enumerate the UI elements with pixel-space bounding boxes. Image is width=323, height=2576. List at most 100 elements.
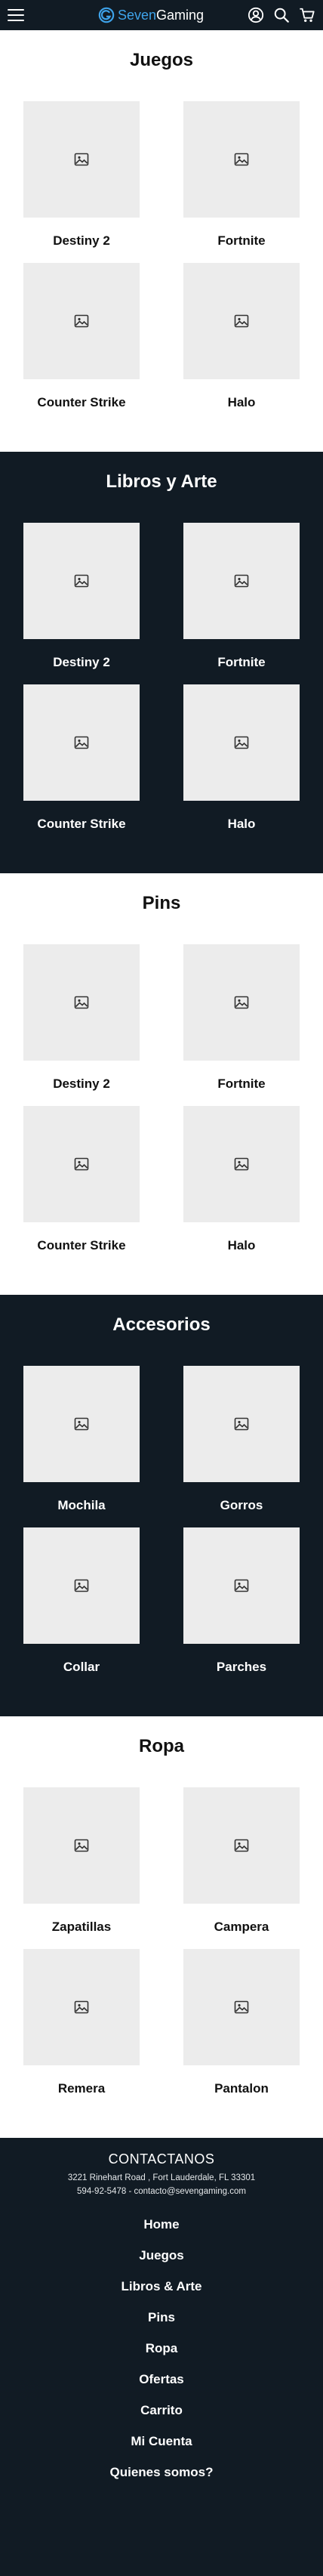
user-icon[interactable] <box>248 7 264 23</box>
logo-icon <box>98 7 115 23</box>
image-placeholder-icon <box>234 1157 249 1171</box>
product-image[interactable] <box>183 523 300 639</box>
image-placeholder-icon <box>234 574 249 588</box>
product-label[interactable]: Counter Strike <box>23 817 140 832</box>
product-label[interactable]: Remera <box>23 2081 140 2096</box>
product-card[interactable]: Counter Strike <box>23 684 140 832</box>
footer-link-juegos[interactable]: Juegos <box>139 2248 184 2279</box>
product-label[interactable]: Halo <box>183 817 300 832</box>
site-logo[interactable]: SevenGaming <box>98 7 204 23</box>
product-label[interactable]: Counter Strike <box>23 1238 140 1253</box>
product-label[interactable]: Parches <box>183 1660 300 1675</box>
product-card[interactable]: Fortnite <box>183 101 300 249</box>
footer-link-libros-arte[interactable]: Libros & Arte <box>121 2279 201 2310</box>
product-image[interactable] <box>23 1787 140 1904</box>
logo-text: SevenGaming <box>117 7 205 23</box>
product-label[interactable]: Pantalon <box>183 2081 300 2096</box>
product-label[interactable]: Fortnite <box>183 233 300 249</box>
image-placeholder-icon <box>74 2000 89 2014</box>
product-image[interactable] <box>23 101 140 218</box>
product-image[interactable] <box>183 1366 300 1482</box>
footer-link-mi-cuenta[interactable]: Mi Cuenta <box>131 2434 192 2465</box>
product-label[interactable]: Zapatillas <box>23 1920 140 1935</box>
product-card[interactable]: Counter Strike <box>23 1106 140 1253</box>
footer-address: 3221 Rinehart Road , Fort Lauderdale, FL… <box>67 2173 256 2182</box>
product-image[interactable] <box>23 1106 140 1222</box>
product-card[interactable]: Zapatillas <box>23 1787 140 1935</box>
section-ropa: Ropa Zapatillas Campera Remera Pantalon <box>0 1716 323 2138</box>
image-placeholder-icon <box>74 574 89 588</box>
site-footer: CONTACTANOS 3221 Rinehart Road , Fort La… <box>0 2138 323 2576</box>
product-card[interactable]: Fortnite <box>183 523 300 670</box>
product-image[interactable] <box>23 1949 140 2065</box>
product-label[interactable]: Halo <box>183 395 300 410</box>
image-placeholder-icon <box>74 1417 89 1431</box>
footer-contact: 594-92-5478 - contacto@sevengaming.com <box>77 2187 246 2196</box>
product-label[interactable]: Destiny 2 <box>23 233 140 249</box>
image-placeholder-icon <box>74 314 89 328</box>
page: SevenGaming Juegos Destiny 2 Fortnite Co… <box>0 0 323 2576</box>
image-placeholder-icon <box>234 2000 249 2014</box>
image-placeholder-icon <box>234 736 249 749</box>
product-label[interactable]: Fortnite <box>183 1076 300 1092</box>
product-image[interactable] <box>183 1106 300 1222</box>
product-label[interactable]: Destiny 2 <box>23 1076 140 1092</box>
section-juegos: Juegos Destiny 2 Fortnite Counter Strike… <box>0 30 323 452</box>
product-card[interactable]: Destiny 2 <box>23 944 140 1092</box>
product-label[interactable]: Gorros <box>183 1498 300 1513</box>
menu-icon[interactable] <box>8 9 24 21</box>
product-image[interactable] <box>23 523 140 639</box>
product-label[interactable]: Collar <box>23 1660 140 1675</box>
product-card[interactable]: Halo <box>183 263 300 410</box>
footer-link-ofertas[interactable]: Ofertas <box>139 2372 184 2403</box>
product-card[interactable]: Gorros <box>183 1366 300 1513</box>
product-card[interactable]: Counter Strike <box>23 263 140 410</box>
product-card[interactable]: Parches <box>183 1527 300 1675</box>
section-title: Ropa <box>139 1736 184 1756</box>
cart-icon[interactable] <box>299 7 315 23</box>
product-image[interactable] <box>23 1366 140 1482</box>
product-card[interactable]: Destiny 2 <box>23 101 140 249</box>
footer-link-carrito[interactable]: Carrito <box>140 2403 183 2434</box>
product-card[interactable]: Campera <box>183 1787 300 1935</box>
product-card[interactable]: Pantalon <box>183 1949 300 2096</box>
product-card[interactable]: Halo <box>183 684 300 832</box>
top-header: SevenGaming <box>0 0 323 30</box>
product-label[interactable]: Destiny 2 <box>23 655 140 670</box>
product-card[interactable]: Destiny 2 <box>23 523 140 670</box>
product-image[interactable] <box>183 101 300 218</box>
footer-link-pins[interactable]: Pins <box>148 2310 175 2341</box>
image-placeholder-icon <box>74 996 89 1009</box>
product-label[interactable]: Fortnite <box>183 655 300 670</box>
product-image[interactable] <box>183 944 300 1061</box>
section-title: Pins <box>142 893 181 913</box>
product-image[interactable] <box>183 1949 300 2065</box>
product-card[interactable]: Collar <box>23 1527 140 1675</box>
product-label[interactable]: Counter Strike <box>23 395 140 410</box>
section-pins: Pins Destiny 2 Fortnite Counter Strike H… <box>0 873 323 1295</box>
product-card[interactable]: Mochila <box>23 1366 140 1513</box>
image-placeholder-icon <box>74 1579 89 1592</box>
footer-link-ropa[interactable]: Ropa <box>146 2341 178 2372</box>
footer-link-home[interactable]: Home <box>143 2217 179 2248</box>
section-title: Juegos <box>129 50 194 70</box>
product-image[interactable] <box>183 1787 300 1904</box>
product-image[interactable] <box>183 263 300 379</box>
image-placeholder-icon <box>234 153 249 166</box>
product-card[interactable]: Remera <box>23 1949 140 2096</box>
product-label[interactable]: Campera <box>183 1920 300 1935</box>
search-icon[interactable] <box>273 7 290 23</box>
product-image[interactable] <box>23 1527 140 1644</box>
product-image[interactable] <box>23 684 140 801</box>
product-image[interactable] <box>23 263 140 379</box>
product-image[interactable] <box>183 684 300 801</box>
product-label[interactable]: Mochila <box>23 1498 140 1513</box>
product-card[interactable]: Halo <box>183 1106 300 1253</box>
product-card[interactable]: Fortnite <box>183 944 300 1092</box>
product-label[interactable]: Halo <box>183 1238 300 1253</box>
footer-title: CONTACTANOS <box>108 2151 215 2167</box>
image-placeholder-icon <box>234 1417 249 1431</box>
footer-link-quienes-somos[interactable]: Quienes somos? <box>110 2465 214 2496</box>
product-image[interactable] <box>183 1527 300 1644</box>
product-image[interactable] <box>23 944 140 1061</box>
